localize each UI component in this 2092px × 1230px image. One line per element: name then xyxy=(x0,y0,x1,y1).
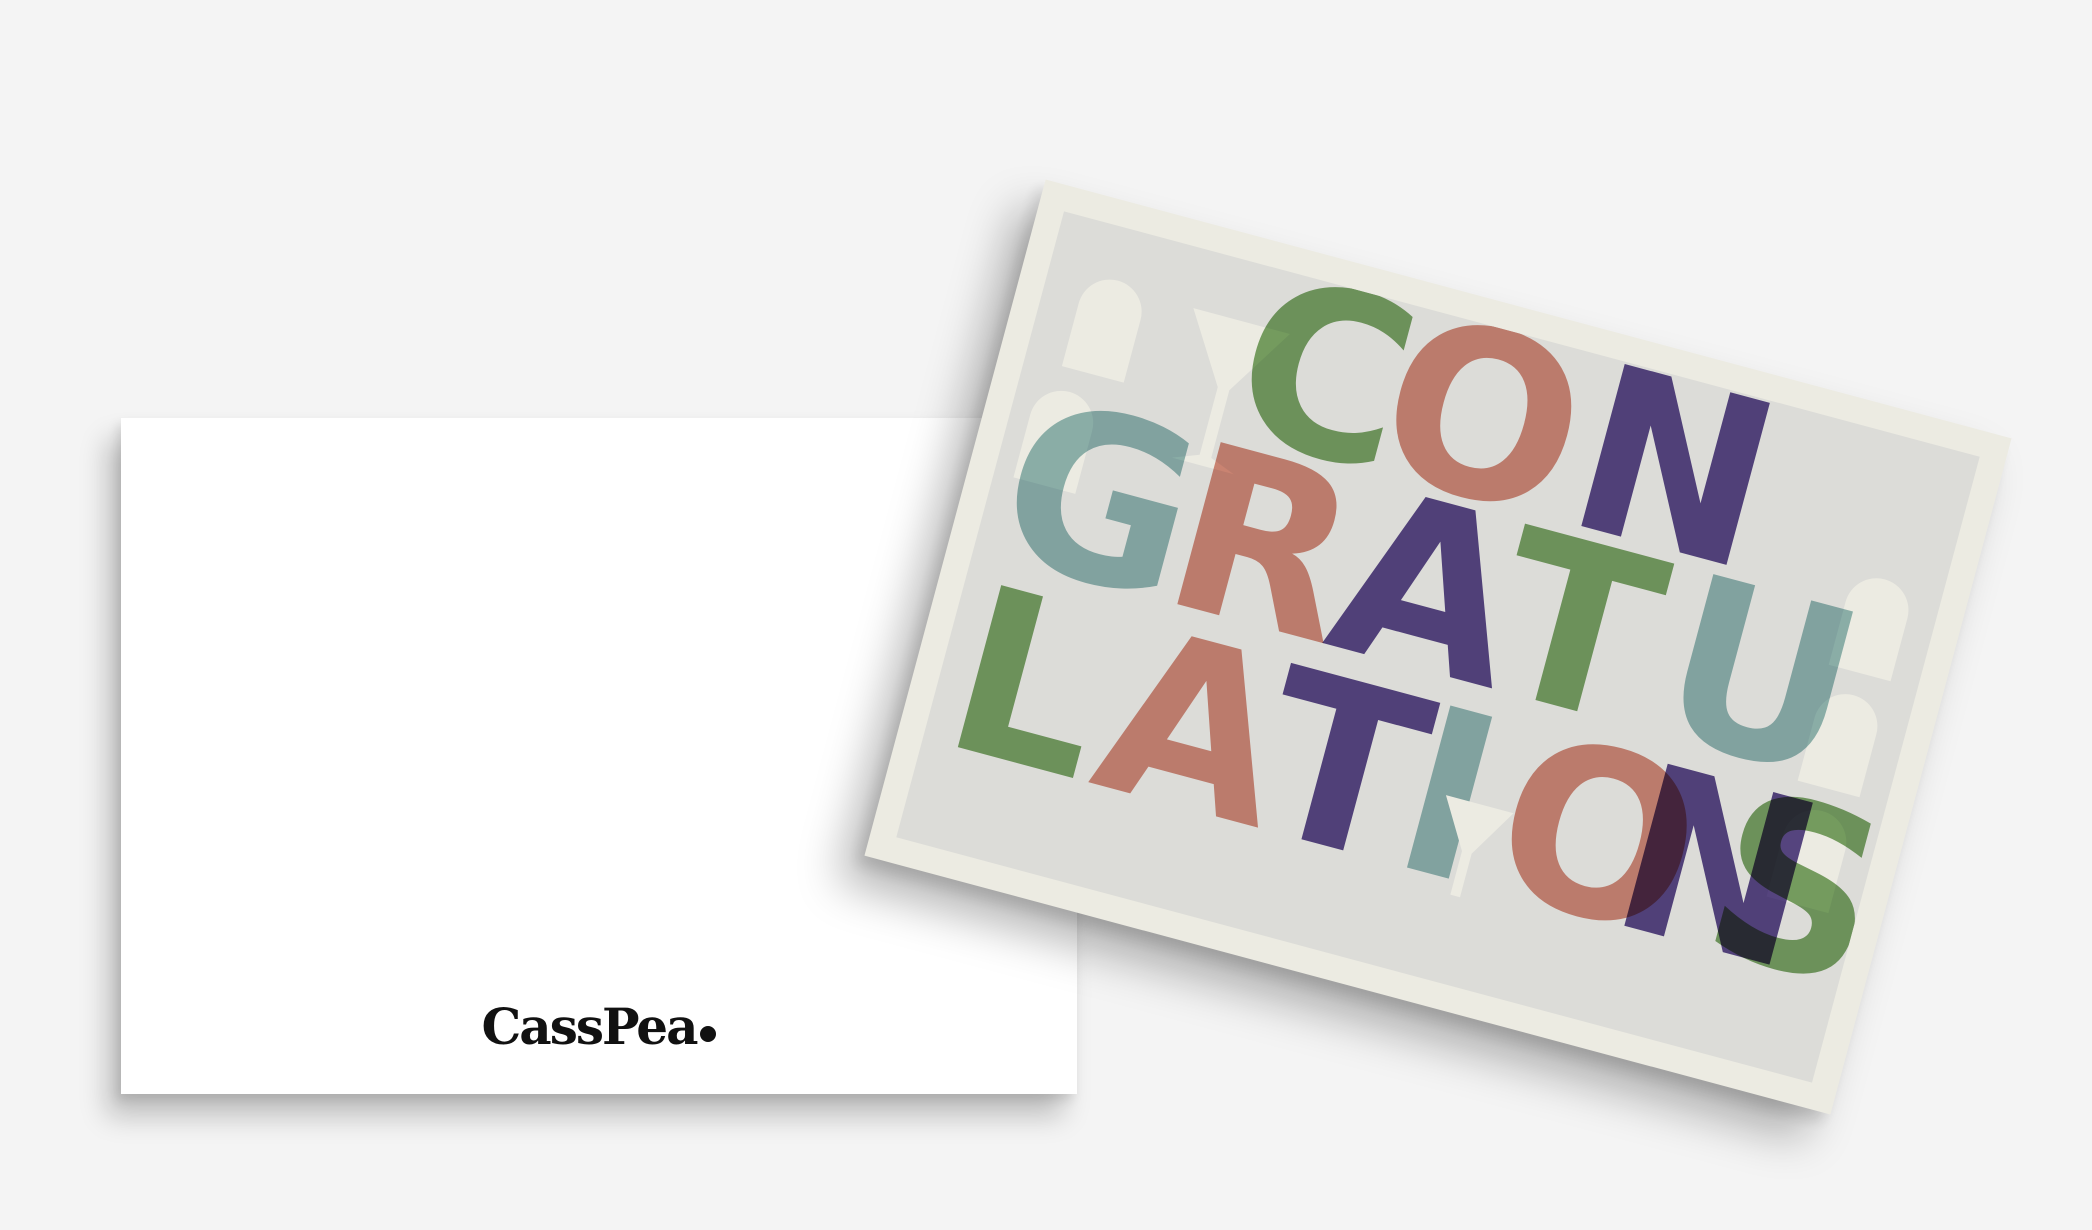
brand-dot-icon xyxy=(700,1026,717,1042)
brand-name: CassPea xyxy=(481,997,699,1056)
brand-logo: CassPea xyxy=(121,997,1077,1056)
scene: CassPea CONGRATULAT I O N S xyxy=(0,0,2092,1230)
